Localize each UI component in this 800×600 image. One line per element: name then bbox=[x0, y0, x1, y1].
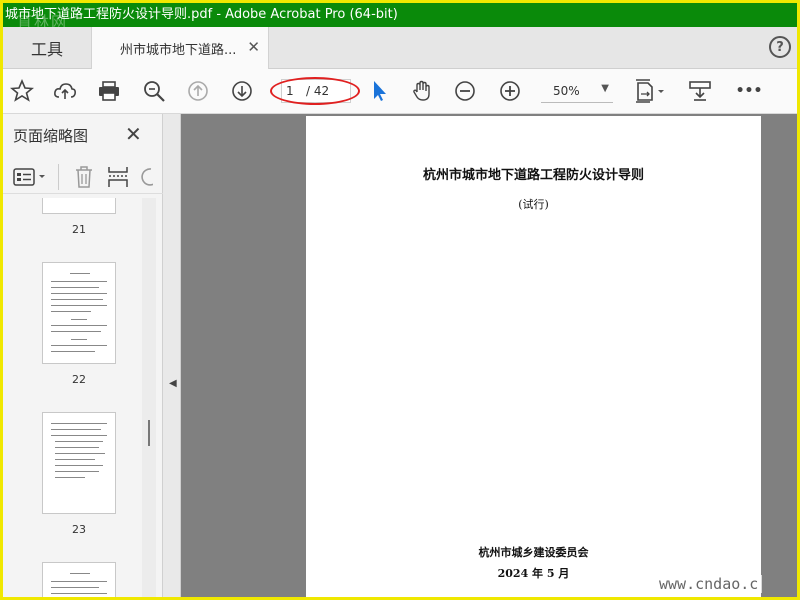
document-tab-label: 州市城市地下道路... bbox=[120, 43, 237, 58]
trash-icon[interactable] bbox=[73, 165, 95, 189]
panel-splitter[interactable]: ◀ bbox=[163, 114, 181, 597]
close-panel-icon[interactable]: ✕ bbox=[125, 122, 142, 146]
page-thumbnails-panel: 页面缩略图 ✕ 21 22 23 bbox=[3, 114, 163, 597]
site-watermark: www.cndao.c bbox=[655, 575, 763, 593]
main-toolbar: 1 / 42 50% ▼ ••• bbox=[3, 69, 797, 114]
zoom-out-icon[interactable] bbox=[452, 78, 478, 104]
panel-title: 页面缩略图 bbox=[13, 127, 89, 145]
document-issuer: 杭州市城乡建设委员会 bbox=[478, 546, 589, 559]
tab-tools[interactable]: 工具 bbox=[3, 27, 91, 69]
zoom-level-dropdown[interactable]: 50% ▼ bbox=[541, 79, 613, 103]
print-icon[interactable] bbox=[96, 78, 122, 104]
thumbnail-label: 23 bbox=[72, 523, 86, 536]
help-icon[interactable]: ? bbox=[769, 36, 791, 58]
hand-icon[interactable] bbox=[409, 78, 435, 104]
chevron-down-icon: ▼ bbox=[601, 83, 609, 94]
collapse-panel-icon[interactable]: ◀ bbox=[169, 378, 177, 389]
thumbnail-toolbar bbox=[3, 160, 163, 194]
document-viewport[interactable]: 杭州市城市地下道路工程防火设计导则 (试行) 杭州市城乡建设委员会 2024 年… bbox=[181, 114, 797, 597]
app-window: 城市地下道路工程防火设计导则.pdf - Adobe Acrobat Pro (… bbox=[0, 0, 800, 600]
thumbnail-page-23[interactable] bbox=[42, 412, 116, 514]
pdf-page: 杭州市城市地下道路工程防火设计导则 (试行) 杭州市城乡建设委员会 2024 年… bbox=[306, 116, 761, 597]
document-title: 杭州市城市地下道路工程防火设计导则 bbox=[422, 168, 644, 183]
insert-page-icon[interactable] bbox=[107, 165, 129, 189]
thumbnail-list: 21 22 23 bbox=[3, 198, 141, 597]
red-annotation-ellipse bbox=[270, 77, 360, 105]
toolbar-divider bbox=[58, 164, 59, 190]
more-icon[interactable]: ••• bbox=[734, 78, 764, 104]
star-icon[interactable] bbox=[9, 78, 35, 104]
document-subtitle: (试行) bbox=[518, 198, 549, 211]
zoom-value: 50% bbox=[553, 84, 580, 98]
thumbnail-page-22[interactable] bbox=[42, 262, 116, 364]
page-up-icon[interactable] bbox=[185, 78, 211, 104]
rotate-icon[interactable] bbox=[139, 165, 153, 189]
fit-page-icon[interactable] bbox=[633, 78, 669, 104]
stamp-icon[interactable] bbox=[687, 78, 713, 104]
window-titlebar: 城市地下道路工程防火设计导则.pdf - Adobe Acrobat Pro (… bbox=[3, 3, 797, 27]
close-tab-icon[interactable]: ✕ bbox=[247, 38, 260, 56]
tab-document[interactable]: 州市城市地下道路... ✕ bbox=[91, 27, 269, 70]
thumbnail-page-24[interactable] bbox=[42, 562, 116, 597]
cloud-upload-icon[interactable] bbox=[52, 78, 78, 104]
thumbnail-label: 22 bbox=[72, 373, 86, 386]
thumbnail-page-21[interactable] bbox=[42, 198, 116, 214]
zoom-search-icon[interactable] bbox=[141, 78, 167, 104]
page-down-icon[interactable] bbox=[229, 78, 255, 104]
tab-bar: 工具 州市城市地下道路... ✕ ? bbox=[3, 27, 797, 70]
thumbnail-label: 21 bbox=[72, 223, 86, 236]
thumbnail-options-icon[interactable] bbox=[13, 166, 49, 188]
thumbnail-scrollbar[interactable] bbox=[142, 198, 156, 597]
scrollbar-thumb[interactable] bbox=[148, 420, 150, 446]
select-arrow-icon[interactable] bbox=[366, 78, 392, 104]
zoom-in-icon[interactable] bbox=[497, 78, 523, 104]
